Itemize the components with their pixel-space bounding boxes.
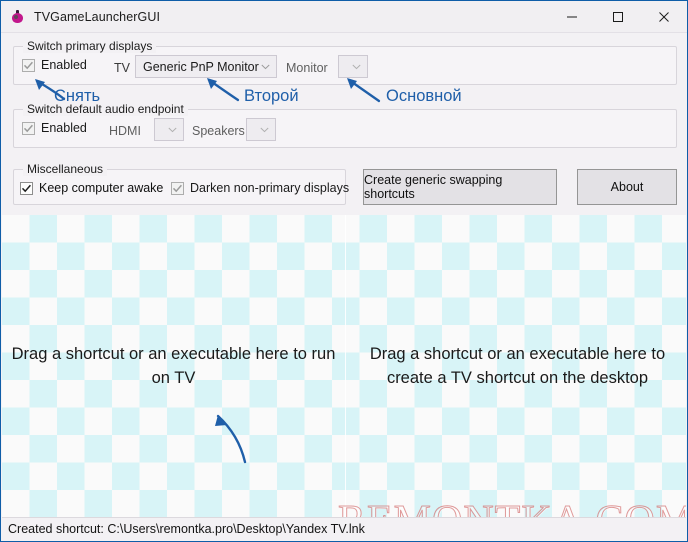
group-legend-audio: Switch default audio endpoint [23, 102, 188, 116]
combo-tv-display[interactable]: Generic PnP Monitor [135, 55, 277, 78]
group-switch-primary-displays: Switch primary displays Enabled TV Gener… [13, 39, 677, 85]
drop-zone-run-on-tv[interactable]: Drag a shortcut or an executable here to… [2, 215, 345, 518]
drop-zone-left-text: Drag a shortcut or an executable here to… [11, 344, 336, 387]
button-label: About [610, 180, 644, 194]
window-title: TVGameLauncherGUI [34, 9, 161, 24]
create-swapping-shortcuts-button[interactable]: Create generic swapping shortcuts [363, 169, 557, 205]
close-button[interactable] [641, 1, 687, 32]
chevron-down-icon [261, 64, 270, 69]
combo-speakers-endpoint[interactable] [246, 118, 276, 141]
application-window: TVGameLauncherGUI Switch primary display… [0, 0, 688, 542]
check-icon [23, 124, 33, 132]
check-icon [172, 184, 182, 192]
about-button[interactable]: About [577, 169, 677, 205]
chevron-down-icon [352, 64, 361, 69]
group-switch-audio-endpoint: Switch default audio endpoint Enabled HD… [13, 102, 677, 148]
button-label: Create generic swapping shortcuts [364, 173, 503, 201]
drop-zone-create-shortcut[interactable]: Drag a shortcut or an executable here to… [346, 215, 686, 518]
status-bar: Created shortcut: C:\Users\remontka.pro\… [2, 517, 686, 540]
combo-tv-value: Generic PnP Monitor [143, 59, 259, 74]
checkbox-box [22, 121, 35, 135]
chevron-down-icon [168, 127, 177, 132]
group-miscellaneous: Miscellaneous Keep computer awake Darken… [13, 162, 349, 205]
label-monitor: Monitor [286, 61, 328, 75]
checkbox-box [20, 181, 33, 195]
combo-monitor-display[interactable] [338, 55, 368, 78]
annotation-snyat: Снять [54, 87, 101, 105]
check-icon [23, 61, 33, 69]
maximize-button[interactable] [595, 1, 641, 32]
label-speakers: Speakers [192, 124, 245, 138]
maximize-icon [613, 11, 623, 22]
minimize-button[interactable] [549, 1, 595, 32]
group-legend-misc: Miscellaneous [23, 162, 108, 176]
annotation-vtoroy: Второй [244, 87, 299, 105]
window-controls [549, 1, 687, 32]
minimize-icon [567, 16, 577, 17]
checkbox-audio-enabled[interactable]: Enabled [22, 121, 87, 135]
close-icon [659, 11, 669, 22]
checkbox-label: Keep computer awake [39, 181, 164, 195]
drop-area: Drag a shortcut or an executable here to… [2, 215, 686, 518]
status-text: Created shortcut: C:\Users\remontka.pro\… [8, 522, 365, 536]
checkbox-box [22, 58, 35, 72]
combo-hdmi-endpoint[interactable] [154, 118, 184, 141]
group-legend-displays: Switch primary displays [23, 39, 157, 53]
app-icon [11, 9, 25, 24]
annotation-osnovnoy: Основной [386, 87, 462, 105]
checkbox-darken-displays[interactable]: Darken non-primary displays [171, 181, 349, 195]
checkbox-box [171, 181, 184, 195]
drop-zone-right-text: Drag a shortcut or an executable here to… [369, 344, 666, 387]
label-tv: TV [114, 61, 130, 75]
label-hdmi: HDMI [109, 124, 141, 138]
checkbox-displays-enabled[interactable]: Enabled [22, 58, 87, 72]
checkbox-label: Darken non-primary displays [190, 181, 350, 195]
check-icon [21, 184, 31, 192]
chevron-down-icon [260, 127, 269, 132]
checkbox-label: Enabled [41, 58, 87, 72]
checkbox-label: Enabled [41, 121, 87, 135]
checkbox-keep-awake[interactable]: Keep computer awake [20, 181, 163, 195]
title-bar: TVGameLauncherGUI [1, 1, 687, 33]
